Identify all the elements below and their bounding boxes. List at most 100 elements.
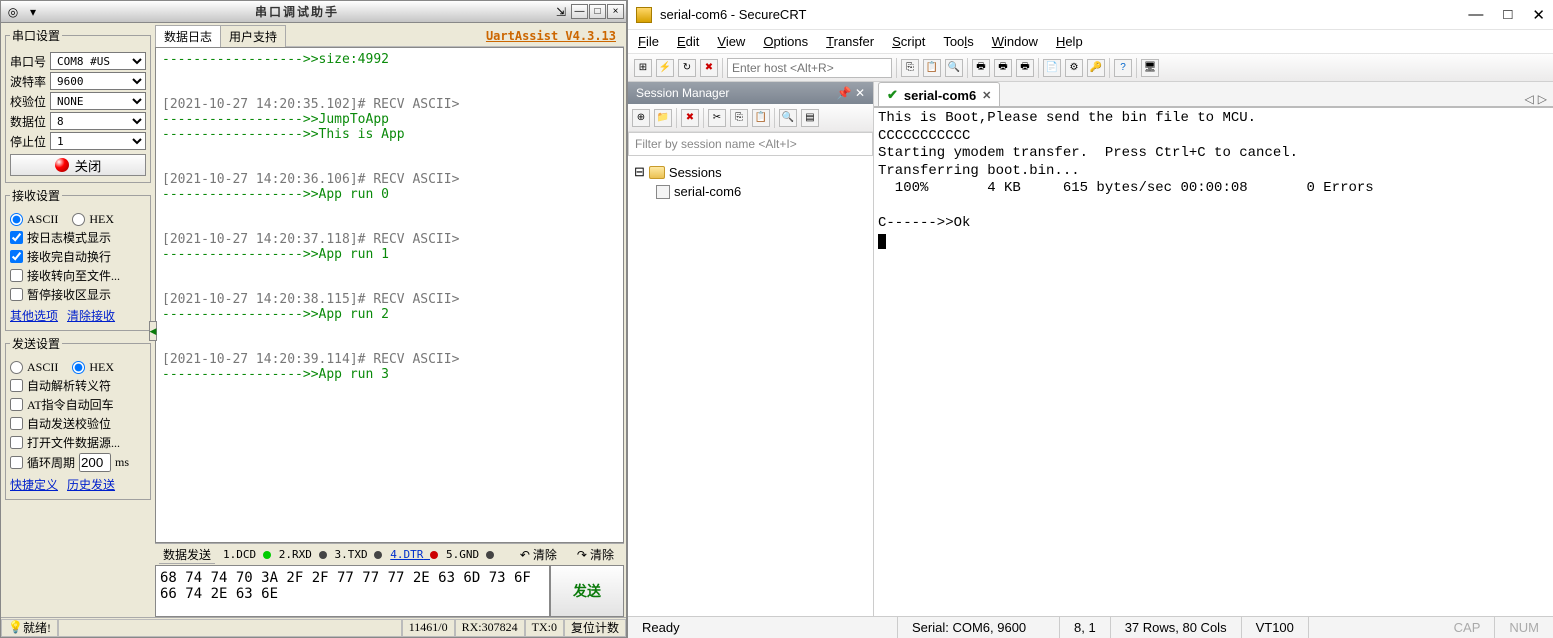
- sig-gnd: 5.GND: [446, 548, 494, 561]
- recv-settings-group: 接收设置 ASCII HEX 按日志模式显示 接收完自动换行 接收转向至文件..…: [5, 187, 151, 331]
- tofile-checkbox[interactable]: [10, 269, 23, 282]
- paste-icon[interactable]: 📋: [752, 109, 770, 127]
- tab-support[interactable]: 用户支持: [220, 25, 286, 47]
- disconnect-icon[interactable]: ✖: [700, 59, 718, 77]
- tab-serial-com6[interactable]: ✔ serial-com6 ✕: [878, 82, 1000, 106]
- pin-icon[interactable]: 📌: [837, 86, 852, 100]
- minimize-button[interactable]: —: [571, 4, 588, 19]
- tab-datasend[interactable]: 数据发送: [159, 546, 215, 564]
- session-tree[interactable]: ⊟Sessions serial-com6: [628, 156, 873, 616]
- clear-button-1[interactable]: ↶ 清除: [514, 546, 563, 563]
- screen-icon[interactable]: 🖥: [1141, 59, 1159, 77]
- print-screen-icon[interactable]: 🖶: [1016, 59, 1034, 77]
- key-icon[interactable]: 🔑: [1087, 59, 1105, 77]
- delete-icon[interactable]: ✖: [681, 109, 699, 127]
- send-button[interactable]: 发送: [550, 565, 624, 617]
- terminal-output[interactable]: This is Boot,Please send the bin file to…: [874, 108, 1553, 616]
- close-port-button[interactable]: 关闭: [10, 154, 146, 176]
- session-manager-title[interactable]: Session Manager 📌 ✕: [628, 82, 873, 104]
- menu-window[interactable]: Window: [992, 34, 1038, 49]
- close-panel-icon[interactable]: ✕: [855, 86, 865, 100]
- autocheck-checkbox[interactable]: [10, 417, 23, 430]
- session-manager-label: Session Manager: [636, 86, 729, 100]
- send-hex-radio[interactable]: [72, 361, 85, 374]
- menu-help[interactable]: Help: [1056, 34, 1083, 49]
- uartassist-titlebar[interactable]: ◎ ▾ 串口调试助手 ⇲ — □ ×: [1, 1, 626, 23]
- pin-icon[interactable]: ⇲: [551, 4, 571, 20]
- print-setup-icon[interactable]: 🖶: [994, 59, 1012, 77]
- tab-next-icon[interactable]: ▷: [1538, 92, 1547, 106]
- autowrap-checkbox[interactable]: [10, 250, 23, 263]
- loop-input[interactable]: [79, 453, 111, 472]
- close-button[interactable]: ✕: [1532, 6, 1545, 24]
- parity-select[interactable]: NONE: [50, 92, 146, 110]
- help-icon[interactable]: ?: [1114, 59, 1132, 77]
- reset-count-button[interactable]: 复位计数: [564, 619, 626, 637]
- tab-datalog[interactable]: 数据日志: [155, 25, 221, 47]
- properties-icon[interactable]: 📄: [1043, 59, 1061, 77]
- paste-icon[interactable]: 📋: [923, 59, 941, 77]
- copy-icon[interactable]: ⎘: [730, 109, 748, 127]
- loop-checkbox[interactable]: [10, 456, 23, 469]
- other-options-link[interactable]: 其他选项: [10, 309, 58, 323]
- log-area[interactable]: ------------------>>size:4992 [2021-10-2…: [155, 47, 624, 543]
- minimize-button[interactable]: —: [1468, 6, 1483, 24]
- version-label[interactable]: UartAssist V4.3.13: [486, 29, 624, 43]
- sig-dtr[interactable]: 4.DTR: [390, 548, 438, 561]
- send-settings-title: 发送设置: [10, 335, 62, 352]
- clear-recv-link[interactable]: 清除接收: [67, 309, 115, 323]
- collapse-icon[interactable]: ⊟: [634, 164, 645, 180]
- collapse-handle[interactable]: ◀: [149, 321, 157, 341]
- logmode-checkbox[interactable]: [10, 231, 23, 244]
- menu-tools[interactable]: Tools: [943, 34, 973, 49]
- copy-icon[interactable]: ⎘: [901, 59, 919, 77]
- tree-item-label: serial-com6: [674, 184, 741, 199]
- menu-script[interactable]: Script: [892, 34, 925, 49]
- clear-button-2[interactable]: ↷ 清除: [571, 546, 620, 563]
- reconnect-icon[interactable]: ↻: [678, 59, 696, 77]
- recv-hex-radio[interactable]: [72, 213, 85, 226]
- settings-icon[interactable]: ⚙: [1065, 59, 1083, 77]
- maximize-button[interactable]: □: [1503, 6, 1512, 24]
- stopbits-select[interactable]: 1: [50, 132, 146, 150]
- menu-view[interactable]: View: [717, 34, 745, 49]
- openfile-checkbox[interactable]: [10, 436, 23, 449]
- maximize-button[interactable]: □: [589, 4, 606, 19]
- recv-ascii-label: ASCII: [27, 212, 58, 227]
- quick-define-link[interactable]: 快捷定义: [10, 478, 58, 492]
- print-icon[interactable]: 🖶: [972, 59, 990, 77]
- menu-options[interactable]: Options: [763, 34, 808, 49]
- properties-icon[interactable]: ▤: [801, 109, 819, 127]
- close-tab-icon[interactable]: ✕: [982, 89, 991, 102]
- send-ascii-radio[interactable]: [10, 361, 23, 374]
- recv-ascii-radio[interactable]: [10, 213, 23, 226]
- menu-file[interactable]: File: [638, 34, 659, 49]
- close-button[interactable]: ×: [607, 4, 624, 19]
- baud-select[interactable]: 9600: [50, 72, 146, 90]
- enter-host-input[interactable]: [727, 58, 892, 78]
- tree-root[interactable]: ⊟Sessions: [634, 162, 867, 182]
- quick-connect-icon[interactable]: ⚡: [656, 59, 674, 77]
- atcr-checkbox[interactable]: [10, 398, 23, 411]
- pause-checkbox[interactable]: [10, 288, 23, 301]
- tab-prev-icon[interactable]: ◁: [1525, 92, 1534, 106]
- history-send-link[interactable]: 历史发送: [67, 478, 115, 492]
- status-tx: TX:0: [525, 619, 564, 637]
- session-mgr-icon[interactable]: ⊞: [634, 59, 652, 77]
- escape-checkbox[interactable]: [10, 379, 23, 392]
- menu-edit[interactable]: Edit: [677, 34, 699, 49]
- port-select[interactable]: COM8 #US: [50, 52, 146, 70]
- session-filter-input[interactable]: Filter by session name <Alt+I>: [628, 132, 873, 156]
- databits-select[interactable]: 8: [50, 112, 146, 130]
- tree-item-serial-com6[interactable]: serial-com6: [634, 182, 867, 201]
- menu-transfer[interactable]: Transfer: [826, 34, 874, 49]
- cut-icon[interactable]: ✂: [708, 109, 726, 127]
- find-icon[interactable]: 🔍: [945, 59, 963, 77]
- find-icon[interactable]: 🔍: [779, 109, 797, 127]
- new-folder-icon[interactable]: 📁: [654, 109, 672, 127]
- securecrt-titlebar[interactable]: serial-com6 - SecureCRT — □ ✕: [628, 0, 1553, 30]
- recv-settings-title: 接收设置: [10, 187, 62, 204]
- dropdown-icon[interactable]: ▾: [23, 4, 43, 20]
- new-session-icon[interactable]: ⊕: [632, 109, 650, 127]
- send-input[interactable]: 68 74 74 70 3A 2F 2F 77 77 77 2E 63 6D 7…: [155, 565, 550, 617]
